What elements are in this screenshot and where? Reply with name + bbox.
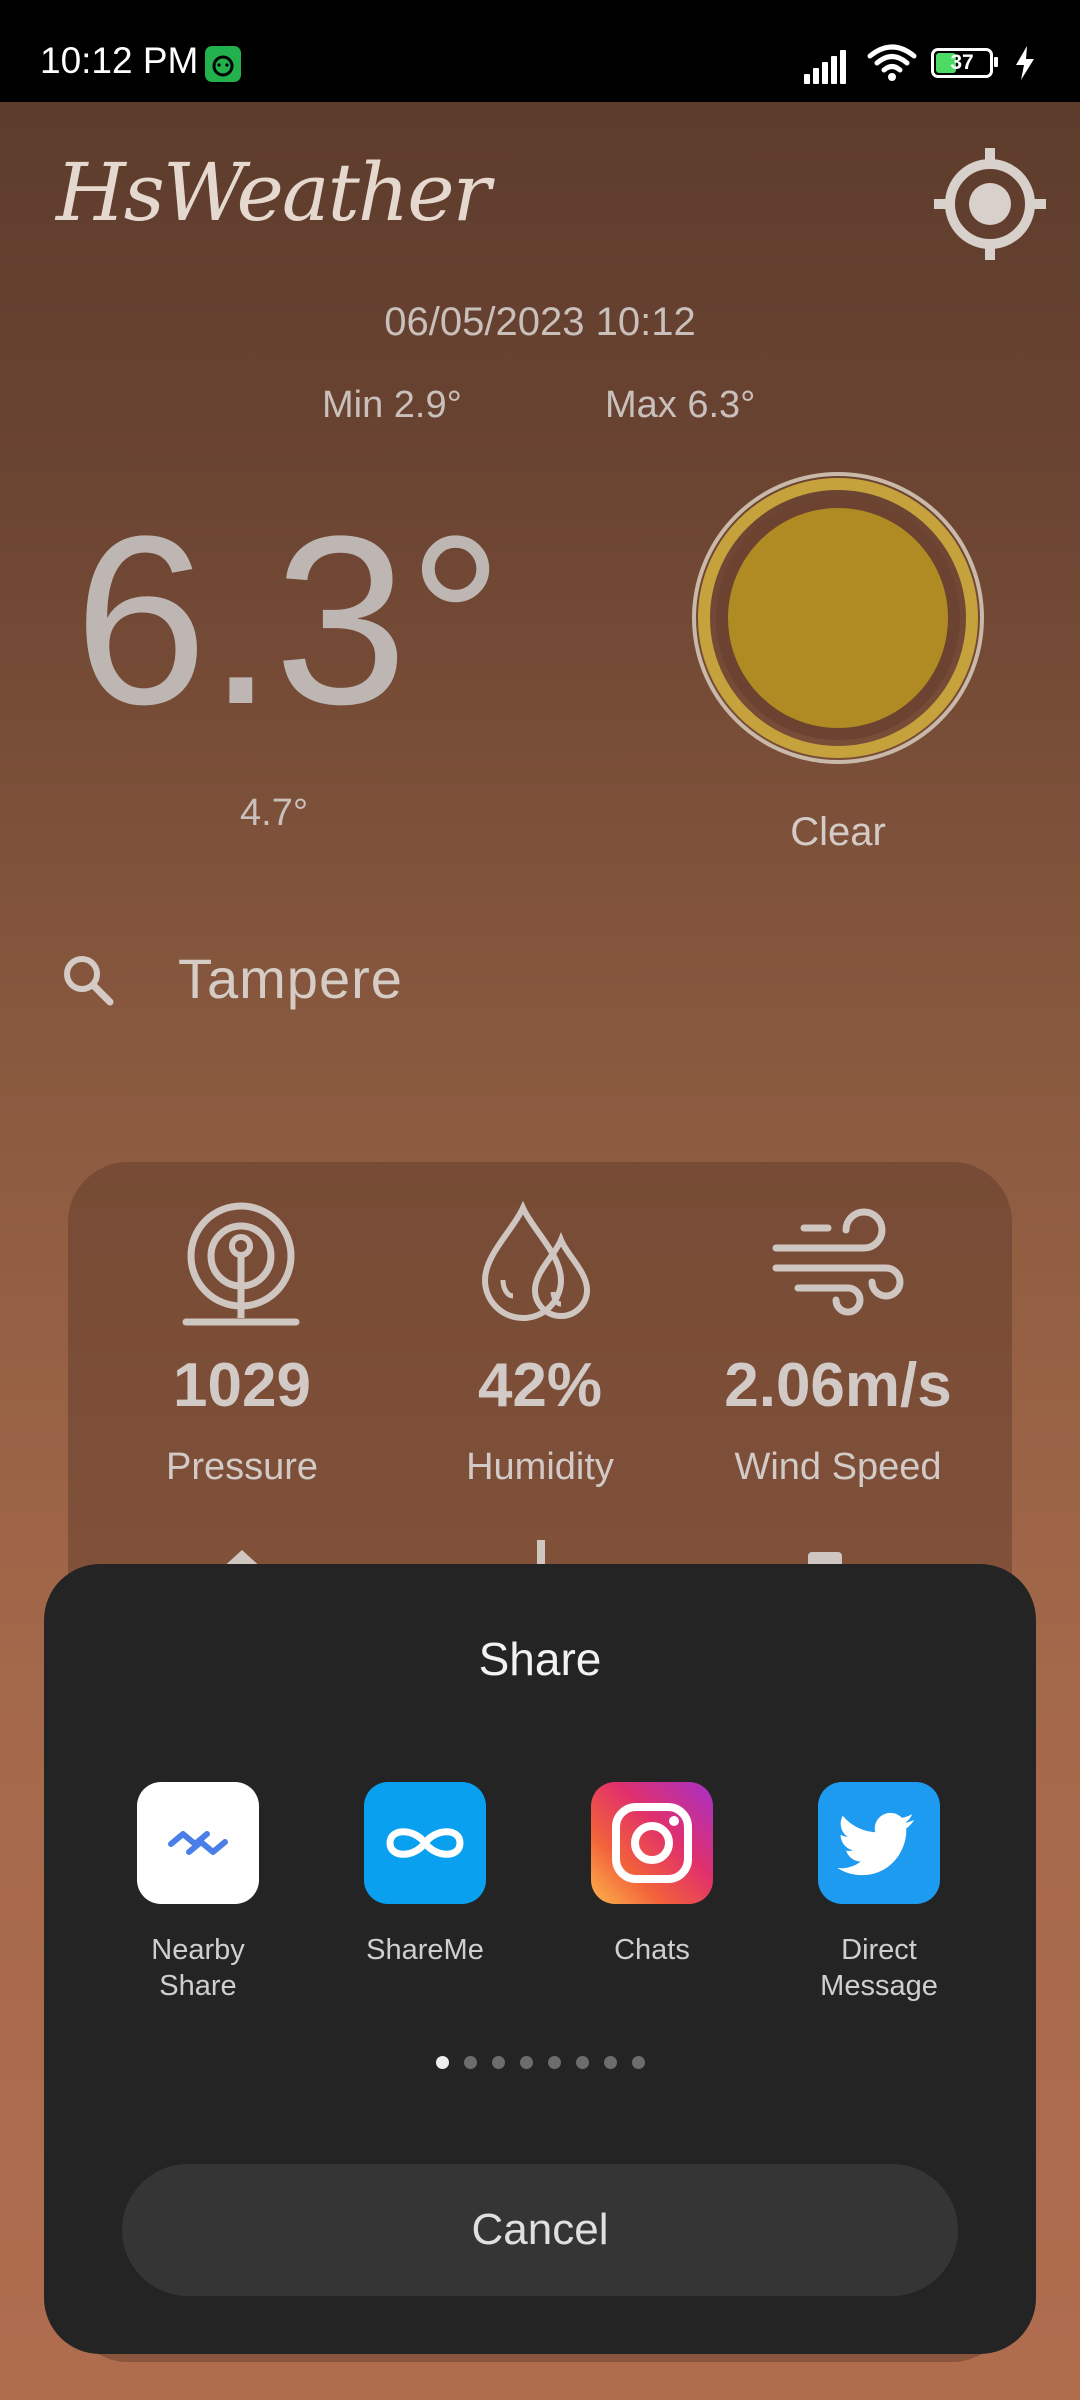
sun-icon	[690, 470, 986, 766]
twitter-icon	[818, 1782, 940, 1904]
share-title: Share	[478, 1633, 602, 1685]
locate-button[interactable]	[932, 146, 1048, 262]
share-target-label: Chats	[614, 1934, 690, 1966]
share-sheet: Share Nearby Share ShareMe Chats Direct …	[44, 1564, 1036, 2354]
share-target-label: Nearby Share	[151, 1934, 245, 2002]
shareme-icon	[364, 1782, 486, 1904]
android-app-icon	[205, 46, 241, 82]
page-dot[interactable]	[603, 2056, 617, 2069]
wind-speed-value: 2.06m/s	[724, 1351, 952, 1420]
page-dot[interactable]	[547, 2056, 561, 2069]
max-temperature: Max 6.3°	[605, 384, 756, 426]
my-location-icon	[934, 148, 1046, 260]
wifi-icon	[867, 44, 917, 81]
page-dot[interactable]	[519, 2056, 533, 2069]
wind-speed-label: Wind Speed	[734, 1446, 942, 1488]
search-icon[interactable]	[60, 952, 116, 1008]
humidity-value: 42%	[477, 1351, 603, 1420]
cancel-button[interactable]: Cancel	[122, 2164, 958, 2296]
instagram-icon	[591, 1782, 713, 1904]
page-dot[interactable]	[631, 2056, 645, 2069]
share-target-label: Direct Message	[820, 1934, 938, 2002]
weather-condition: Clear	[790, 810, 886, 854]
current-temperature: 6.3°	[74, 486, 504, 754]
status-bar: 10:12 PM 37	[0, 0, 1080, 102]
status-time: 10:12 PM	[40, 40, 199, 81]
city-input[interactable]: Tampere	[178, 946, 403, 1011]
page-dot[interactable]	[575, 2056, 589, 2069]
charging-icon	[1016, 46, 1034, 80]
page-indicator	[44, 2056, 1036, 2072]
wind-icon	[768, 1200, 904, 1330]
status-indicators: 37	[804, 44, 1044, 84]
date-time: 06/05/2023 10:12	[384, 300, 696, 344]
pressure-icon	[176, 1200, 306, 1330]
page-dot[interactable]	[491, 2056, 505, 2069]
battery-icon: 37	[931, 48, 993, 78]
min-temperature: Min 2.9°	[322, 384, 462, 426]
app-logo: HsWeather	[56, 146, 491, 239]
humidity-icon	[473, 1200, 603, 1330]
screen: 10:12 PM 37 HsWeather 06/05/2023 10:12 M…	[0, 0, 1080, 2400]
pressure-label: Pressure	[165, 1446, 319, 1488]
battery-level: 37	[950, 51, 974, 74]
share-target-label: ShareMe	[366, 1934, 484, 1966]
page-dot[interactable]	[463, 2056, 477, 2069]
humidity-label: Humidity	[466, 1446, 614, 1488]
feels-like-temperature: 4.7°	[240, 792, 309, 834]
nearby-share-icon	[137, 1782, 259, 1904]
page-dot[interactable]	[435, 2056, 449, 2069]
pressure-value: 1029	[173, 1351, 311, 1420]
